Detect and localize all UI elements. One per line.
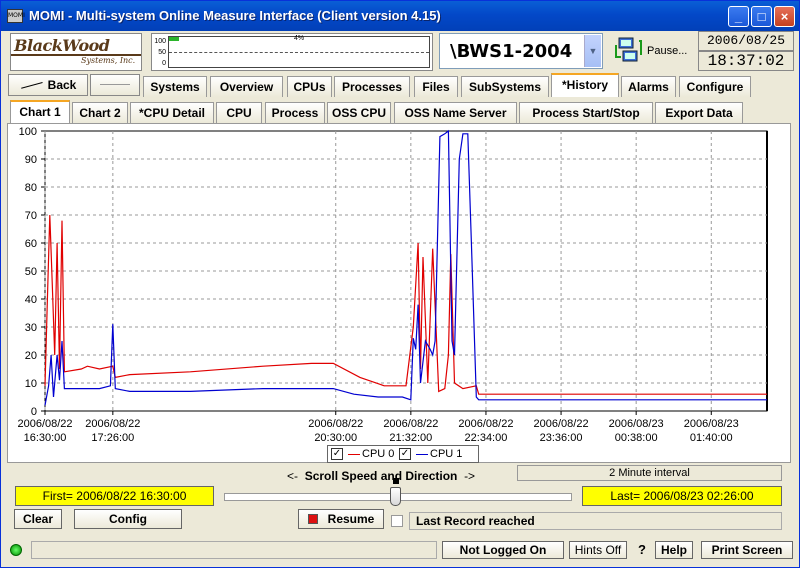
x-tick-date-label: 2006/08/22 [383, 418, 438, 430]
y-tick-label: 100 [19, 126, 37, 138]
connection-status-icon [10, 544, 22, 556]
cpu0-legend-label: CPU 0 [362, 448, 395, 460]
cpu1-checkbox[interactable]: ✓ [399, 448, 411, 460]
first-record-box: First= 2006/08/22 16:30:00 [15, 486, 214, 506]
y-tick-label: 30 [25, 322, 37, 334]
last-record-reached-status: Last Record reached [409, 512, 782, 530]
y-tick-label: 80 [25, 182, 37, 194]
slider-center-marker [393, 478, 399, 484]
x-tick-date-label: 2006/08/22 [85, 418, 140, 430]
help-question-icon[interactable]: ? [638, 542, 646, 557]
x-tick-date-label: 2006/08/22 [17, 418, 72, 430]
stop-icon [307, 514, 318, 524]
x-tick-time-label: 01:40:00 [690, 432, 733, 444]
y-tick-label: 40 [25, 294, 37, 306]
x-tick-date-label: 2006/08/23 [684, 418, 739, 430]
x-tick-date-label: 2006/08/22 [534, 418, 589, 430]
cpu0-swatch [348, 454, 360, 455]
x-tick-time-label: 20:30:00 [314, 432, 357, 444]
cpu-history-chart: 0 10 20 30 40 50 60 70 80 90 100 2006/08/22 16:30:00… [17, 126, 768, 444]
last-record-checkbox[interactable] [391, 515, 403, 527]
y-tick-label: 70 [25, 210, 37, 222]
scroll-right-arrow: -> [464, 469, 476, 483]
x-tick-date-label: 2006/08/23 [609, 418, 664, 430]
x-tick-time-label: 16:30:00 [24, 432, 67, 444]
x-tick-date-label: 2006/08/22 [308, 418, 363, 430]
scroll-speed-text: Scroll Speed and Direction [304, 469, 458, 483]
print-screen-button[interactable]: Print Screen [701, 541, 793, 559]
y-tick-label: 10 [25, 378, 37, 390]
cpu0-checkbox[interactable]: ✓ [331, 448, 343, 460]
clear-button[interactable]: Clear [14, 509, 62, 529]
x-tick-date-label: 2006/08/22 [458, 418, 513, 430]
y-tick-label: 90 [25, 154, 37, 166]
y-tick-label: 20 [25, 350, 37, 362]
x-tick-time-label: 23:36:00 [540, 432, 583, 444]
hints-off-button[interactable]: Hints Off [569, 541, 627, 559]
y-tick-label: 0 [31, 406, 37, 418]
y-tick-label: 60 [25, 238, 37, 250]
cpu1-swatch [416, 454, 428, 455]
resume-button-label: Resume [327, 512, 375, 526]
resume-button[interactable]: Resume [298, 509, 384, 529]
help-button[interactable]: Help [655, 541, 693, 559]
app-window: MOMI MOMI - Multi-system Online Measure … [0, 0, 800, 568]
last-record-box: Last= 2006/08/23 02:26:00 [582, 486, 782, 506]
x-tick-time-label: 17:26:00 [91, 432, 134, 444]
status-message-field [31, 541, 437, 559]
config-button[interactable]: Config [74, 509, 182, 529]
x-tick-time-label: 21:32:00 [389, 432, 432, 444]
chart-legend: ✓ CPU 0 ✓ CPU 1 [327, 445, 479, 463]
scroll-left-arrow: <- [287, 469, 299, 483]
x-tick-time-label: 00:38:00 [615, 432, 658, 444]
y-tick-label: 50 [25, 266, 37, 278]
scroll-speed-label: <- Scroll Speed and Direction -> [287, 469, 475, 483]
interval-display: 2 Minute interval [517, 465, 782, 481]
not-logged-on-button[interactable]: Not Logged On [442, 541, 564, 559]
scroll-slider-thumb[interactable] [390, 487, 401, 506]
cpu1-legend-label: CPU 1 [430, 448, 463, 460]
x-tick-time-label: 22:34:00 [465, 432, 508, 444]
